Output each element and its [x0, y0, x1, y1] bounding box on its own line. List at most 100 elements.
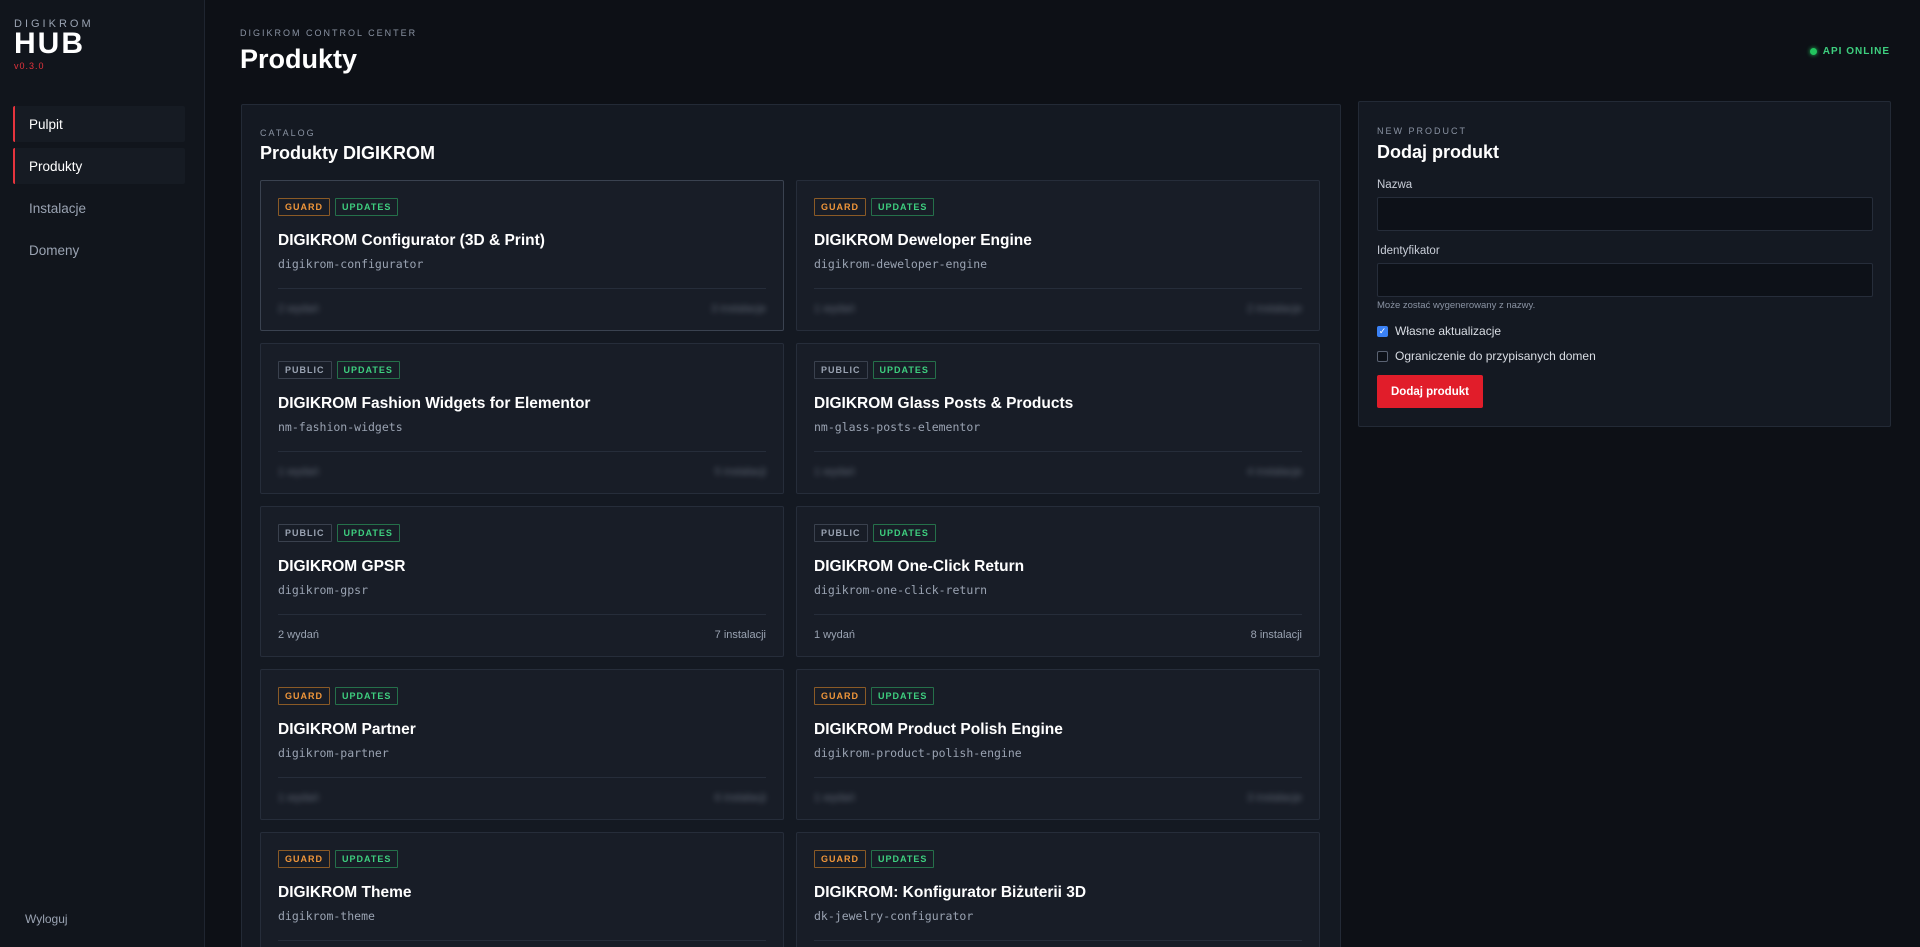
domain-restriction-checkbox[interactable]: Ograniczenie do przypisanych domen: [1377, 349, 1596, 363]
public-badge: PUBLIC: [278, 524, 332, 542]
card-footer: 1 wydań 6 instalacji: [278, 792, 766, 804]
product-slug: digikrom-product-polish-engine: [814, 746, 1022, 760]
guard-badge: GUARD: [814, 687, 866, 705]
install-count: 7 instalacji: [714, 629, 766, 641]
catalog-title: Produkty DIGIKROM: [260, 143, 436, 163]
updates-badge: UPDATES: [335, 687, 399, 705]
install-count: 3 instalacje: [1246, 792, 1302, 804]
product-card[interactable]: PUBLIC UPDATES DIGIKROM GPSR digikrom-gpsr 2…: [260, 506, 784, 657]
checkbox-unchecked-icon[interactable]: [1377, 350, 1388, 362]
badge-row: PUBLIC UPDATES: [278, 524, 766, 542]
card-divider: [278, 940, 766, 941]
sidebar: DIGIKROM HUB v0.3.0 Pulpit Produkty Inst…: [0, 0, 205, 947]
product-card[interactable]: PUBLIC UPDATES DIGIKROM Glass Posts & Prod…: [796, 343, 1320, 494]
guard-badge: GUARD: [278, 687, 330, 705]
product-card[interactable]: GUARD UPDATES DIGIKROM Configurator (3D & …: [260, 180, 784, 331]
sidebar-item-produkty[interactable]: Produkty: [13, 148, 185, 184]
product-slug: digikrom-gpsr: [278, 583, 369, 597]
updates-badge: UPDATES: [336, 361, 400, 379]
release-count: 2 wydań: [278, 629, 319, 641]
product-card[interactable]: GUARD UPDATES DIGIKROM: Konfigurator Biżut…: [796, 832, 1320, 947]
updates-badge: UPDATES: [335, 850, 399, 868]
install-count: 5 instalacji: [714, 466, 766, 478]
product-slug: digikrom-theme: [278, 909, 375, 923]
product-slug: digikrom-deweloper-engine: [814, 257, 988, 271]
product-name: DIGIKROM Theme: [278, 884, 412, 901]
badge-row: GUARD UPDATES: [278, 687, 766, 705]
product-slug: digikrom-one-click-return: [814, 583, 988, 597]
release-count: 1 wydań: [814, 792, 855, 804]
updates-badge: UPDATES: [872, 524, 936, 542]
badge-row: PUBLIC UPDATES: [814, 524, 1302, 542]
version-label: v0.3.0: [14, 61, 45, 71]
guard-badge: GUARD: [278, 850, 330, 868]
updates-badge: UPDATES: [871, 850, 935, 868]
sidebar-item-domeny[interactable]: Domeny: [13, 232, 185, 268]
card-divider: [278, 777, 766, 778]
card-footer: 2 wydań 3 instalacje: [278, 303, 766, 315]
card-divider: [278, 288, 766, 289]
api-status: API ONLINE: [1809, 46, 1890, 57]
release-count: 1 wydań: [814, 466, 855, 478]
custom-updates-checkbox[interactable]: ✓ Własne aktualizacje: [1377, 324, 1501, 338]
card-divider: [278, 614, 766, 615]
brand-big: HUB: [14, 27, 85, 60]
product-name: DIGIKROM Configurator (3D & Print): [278, 232, 545, 249]
status-dot-icon: [1809, 48, 1817, 55]
product-card[interactable]: GUARD UPDATES DIGIKROM Deweloper Engine dig…: [796, 180, 1320, 331]
release-count: 1 wydań: [814, 303, 855, 315]
new-product-panel: NEW PRODUCT Dodaj produkt Nazwa Identyfi…: [1358, 101, 1891, 427]
release-count: 1 wydań: [814, 629, 855, 641]
updates-badge: UPDATES: [336, 524, 400, 542]
card-footer: 1 wydań 2 instalacje: [814, 303, 1302, 315]
product-card[interactable]: GUARD UPDATES DIGIKROM Partner digikrom-par…: [260, 669, 784, 820]
product-slug: digikrom-partner: [278, 746, 389, 760]
install-count: 8 instalacji: [1250, 629, 1302, 641]
brand-logo[interactable]: DIGIKROM HUB v0.3.0: [14, 18, 94, 71]
logout-link[interactable]: Wyloguj: [25, 912, 68, 926]
public-badge: PUBLIC: [814, 524, 868, 542]
badge-row: GUARD UPDATES: [814, 850, 1302, 868]
product-card[interactable]: PUBLIC UPDATES DIGIKROM One-Click Return di…: [796, 506, 1320, 657]
updates-badge: UPDATES: [871, 198, 935, 216]
product-name: DIGIKROM Glass Posts & Products: [814, 395, 1074, 412]
install-count: 6 instalacji: [714, 792, 766, 804]
product-name: DIGIKROM: Konfigurator Biżuterii 3D: [814, 884, 1087, 901]
badge-row: PUBLIC UPDATES: [814, 361, 1302, 379]
product-name: DIGIKROM Product Polish Engine: [814, 721, 1063, 738]
guard-badge: GUARD: [278, 198, 330, 216]
badge-row: GUARD UPDATES: [278, 198, 766, 216]
sidebar-item-pulpit[interactable]: Pulpit: [13, 106, 185, 142]
install-count: 2 instalacje: [1246, 303, 1302, 315]
form-title: Dodaj produkt: [1377, 142, 1499, 162]
public-badge: PUBLIC: [278, 361, 332, 379]
release-count: 2 wydań: [278, 303, 319, 315]
name-input[interactable]: [1377, 197, 1873, 231]
install-count: 4 instalacje: [1246, 466, 1302, 478]
badge-row: GUARD UPDATES: [278, 850, 766, 868]
product-name: DIGIKROM Deweloper Engine: [814, 232, 1032, 249]
custom-updates-label: Własne aktualizacje: [1395, 324, 1502, 338]
install-count: 3 instalacje: [710, 303, 766, 315]
release-count: 1 wydań: [278, 792, 319, 804]
product-slug: nm-glass-posts-elementor: [814, 420, 981, 434]
product-card[interactable]: GUARD UPDATES DIGIKROM Product Polish Engi…: [796, 669, 1320, 820]
page-title: Produkty: [240, 44, 358, 74]
badge-row: GUARD UPDATES: [814, 687, 1302, 705]
product-name: DIGIKROM Fashion Widgets for Elementor: [278, 395, 591, 412]
card-divider: [814, 777, 1302, 778]
product-slug: digikrom-configurator: [278, 257, 424, 271]
product-card[interactable]: PUBLIC UPDATES DIGIKROM Fashion Widgets fo…: [260, 343, 784, 494]
product-card[interactable]: GUARD UPDATES DIGIKROM Theme digikrom-theme: [260, 832, 784, 947]
identifier-hint: Może zostać wygenerowany z nazwy.: [1377, 300, 1536, 311]
add-product-button[interactable]: Dodaj produkt: [1377, 375, 1483, 408]
card-divider: [814, 940, 1302, 941]
checkbox-checked-icon[interactable]: ✓: [1377, 325, 1388, 337]
sidebar-item-instalacje[interactable]: Instalacje: [13, 190, 185, 226]
guard-badge: GUARD: [814, 198, 866, 216]
identifier-input[interactable]: [1377, 263, 1873, 297]
card-footer: 1 wydań 4 instalacje: [814, 466, 1302, 478]
card-divider: [814, 288, 1302, 289]
card-footer: 1 wydań 3 instalacje: [814, 792, 1302, 804]
card-divider: [814, 614, 1302, 615]
